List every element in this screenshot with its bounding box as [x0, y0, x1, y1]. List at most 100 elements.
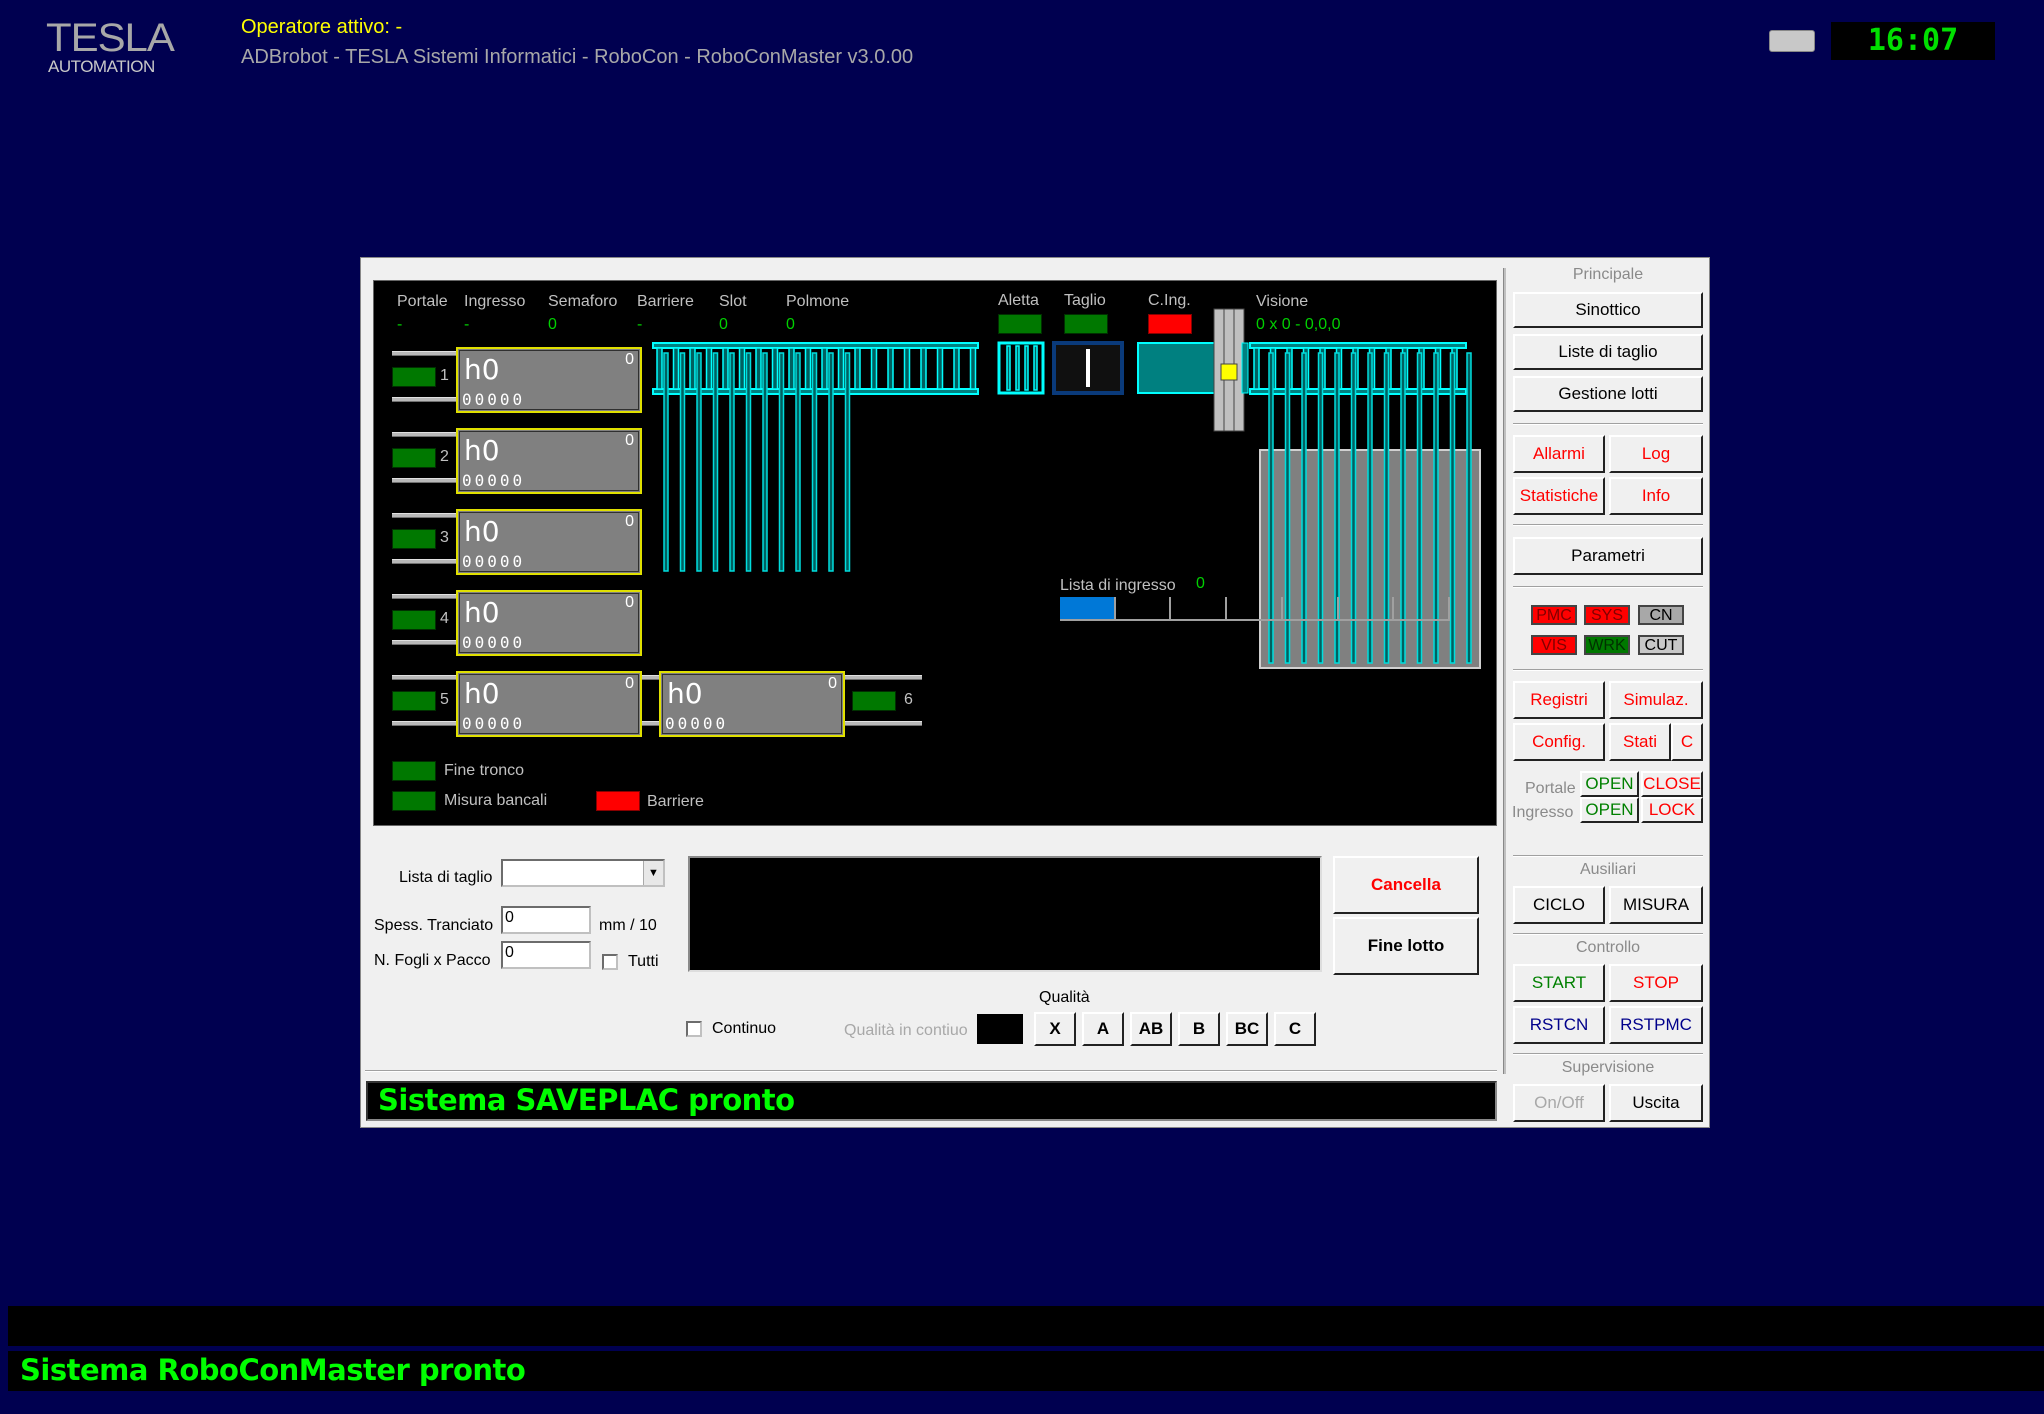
roller [969, 347, 977, 390]
roller [936, 347, 944, 390]
controllo-title: Controllo [1575, 939, 1641, 956]
cancella-button[interactable]: Cancella [1333, 856, 1479, 914]
gestione-lotti-button[interactable]: Gestione lotti [1513, 376, 1703, 412]
drop-line [762, 352, 768, 572]
roller [689, 347, 696, 390]
quality-button-ab[interactable]: AB [1130, 1012, 1172, 1046]
sinottico-button[interactable]: Sinottico [1513, 292, 1703, 328]
lista-taglio-select[interactable]: ▼ [501, 859, 665, 887]
lista-ingresso-segment [1282, 597, 1339, 621]
config-button[interactable]: Config. [1513, 723, 1605, 761]
roller [821, 347, 828, 390]
panel-divider [1503, 268, 1506, 1074]
quality-button-a[interactable]: A [1082, 1012, 1124, 1046]
ingresso-open-button[interactable]: OPEN [1580, 797, 1639, 823]
ausiliari-title: Ausiliari [1579, 861, 1636, 878]
divider [1513, 586, 1703, 588]
drop-line [795, 352, 801, 572]
stati-button[interactable]: Stati [1609, 723, 1671, 761]
cing-conveyor [1137, 342, 1227, 394]
roller [656, 347, 663, 390]
allarmi-button[interactable]: Allarmi [1513, 435, 1605, 473]
lista-ingresso-label: Lista di ingresso [1060, 577, 1176, 594]
conveyor-graphics [652, 308, 1481, 669]
tutti-checkbox[interactable] [602, 954, 618, 970]
misura-button[interactable]: MISURA [1609, 886, 1703, 924]
fine-lotto-button[interactable]: Fine lotto [1333, 917, 1479, 975]
divider [1513, 933, 1703, 935]
indicator-sys: SYS [1584, 605, 1630, 625]
quality-button-c[interactable]: C [1274, 1012, 1316, 1046]
roller [920, 347, 927, 390]
aletta-bar [1033, 345, 1038, 391]
quality-button-b[interactable]: B [1178, 1012, 1220, 1046]
info-button[interactable]: Info [1609, 477, 1703, 515]
drop-line [679, 352, 686, 572]
uscita-button[interactable]: Uscita [1609, 1084, 1703, 1122]
divider [1513, 669, 1703, 671]
lista-taglio-label: Lista di taglio [399, 869, 493, 886]
drop-line [1466, 352, 1472, 664]
tutti-label: Tutti [628, 953, 659, 970]
roller [837, 347, 845, 390]
roller [705, 347, 713, 390]
roller [722, 347, 729, 390]
qualita-continuo-label: Qualità in contiuo [844, 1022, 968, 1039]
header-button[interactable] [1769, 30, 1815, 52]
rstpmc-button[interactable]: RSTPMC [1609, 1006, 1703, 1044]
onoff-button[interactable]: On/Off [1513, 1084, 1605, 1122]
indicator-wrk: WRK [1584, 635, 1630, 655]
rstcn-button[interactable]: RSTCN [1513, 1006, 1605, 1044]
portale-open-button[interactable]: OPEN [1580, 771, 1639, 797]
fogli-input[interactable]: 0 [501, 941, 591, 969]
supervisione-title: Supervisione [1561, 1059, 1655, 1076]
bottom-message-area [8, 1306, 2044, 1346]
drop-line [663, 352, 669, 572]
statistiche-button[interactable]: Statistiche [1513, 477, 1605, 515]
c-button[interactable]: C [1671, 723, 1703, 761]
logo-main-text: TESLA [46, 16, 175, 60]
carriage-position-marker [1220, 363, 1238, 381]
quality-button-x[interactable]: X [1034, 1012, 1076, 1046]
lista-ingresso-segment [1171, 597, 1228, 621]
parametri-button[interactable]: Parametri [1513, 537, 1703, 575]
roller [953, 347, 960, 390]
continuo-checkbox[interactable] [686, 1021, 702, 1037]
roller [672, 347, 680, 390]
legend-barriere-swatch [596, 791, 640, 811]
principale-title: Principale [1572, 266, 1644, 283]
indicator-cn: CN [1638, 605, 1684, 625]
lista-ingresso-segment [1338, 597, 1395, 621]
main-status-bar: Sistema RoboConMaster pronto [8, 1351, 2044, 1391]
indicator-vis: VIS [1531, 635, 1577, 655]
ingresso-lock-button[interactable]: LOCK [1641, 797, 1703, 823]
spess-input[interactable]: 0 [501, 906, 591, 934]
indicator-cut: CUT [1638, 635, 1684, 655]
portale-ctrl-label: Portale [1525, 780, 1576, 797]
portale-close-button[interactable]: CLOSE [1641, 771, 1703, 797]
chevron-down-icon[interactable]: ▼ [643, 861, 663, 885]
aletta-bar [1024, 345, 1029, 391]
roller [1253, 347, 1260, 390]
divider [1513, 524, 1703, 526]
legend-misura-bancali-swatch [392, 791, 436, 811]
legend-fine-tronco-swatch [392, 761, 436, 781]
quality-button-bc[interactable]: BC [1226, 1012, 1268, 1046]
legend-misura-bancali-label: Misura bancali [444, 792, 548, 809]
synoptic-panel: Portale - Ingresso - Semaforo 0 Barriere… [373, 280, 1497, 826]
roller [738, 347, 746, 390]
registri-button[interactable]: Registri [1513, 681, 1605, 719]
roller [887, 347, 894, 390]
ciclo-button[interactable]: CICLO [1513, 886, 1605, 924]
lista-ingresso-segment [1115, 597, 1172, 621]
cut-blade [1086, 349, 1090, 387]
start-button[interactable]: START [1513, 964, 1605, 1002]
lista-ingresso-bar [1060, 597, 1450, 621]
drop-line [778, 352, 785, 572]
stop-button[interactable]: STOP [1609, 964, 1703, 1002]
divider [1513, 423, 1703, 425]
log-button[interactable]: Log [1609, 435, 1703, 473]
liste-taglio-button[interactable]: Liste di taglio [1513, 334, 1703, 370]
spess-unit: mm / 10 [599, 917, 657, 934]
simulaz-button[interactable]: Simulaz. [1609, 681, 1703, 719]
